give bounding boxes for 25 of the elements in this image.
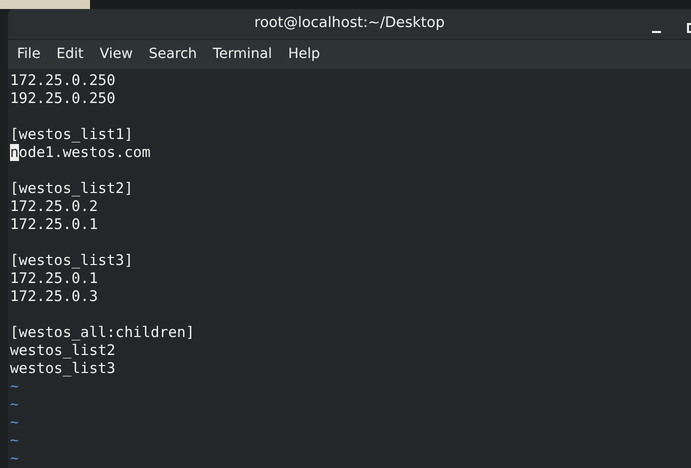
text-line: westos_list3: [10, 360, 116, 378]
empty-line-marker: ~: [10, 378, 19, 396]
menu-item[interactable]: Help: [280, 40, 328, 69]
empty-line-marker: ~: [10, 414, 19, 432]
menu-item[interactable]: Terminal: [204, 40, 280, 69]
text-line: [westos_list2]: [10, 180, 134, 198]
menu-item[interactable]: View: [92, 40, 141, 69]
window-title: root@localhost:~/Desktop: [254, 14, 445, 34]
text-line: [westos_list1]: [10, 126, 134, 144]
text-line: westos_list2: [10, 342, 116, 360]
empty-line-marker: ~: [10, 450, 19, 468]
empty-line-marker: ~: [10, 432, 19, 450]
text-line: 172.25.0.250: [10, 72, 116, 90]
text-line: 172.25.0.3: [10, 288, 98, 306]
text-line: [westos_list3]: [10, 252, 134, 270]
text-line: [westos_all:children]: [10, 324, 195, 342]
menu-item[interactable]: Search: [140, 40, 205, 69]
text-line: 172.25.0.1: [10, 270, 98, 288]
menu-item[interactable]: Edit: [48, 40, 92, 69]
text-line: 172.25.0.2: [10, 198, 98, 216]
text-line: 192.25.0.250: [10, 90, 116, 108]
empty-line-marker: ~: [10, 396, 19, 414]
text-line: 172.25.0.1: [10, 216, 98, 234]
text-line: node1.westos.com: [10, 144, 151, 162]
menu-item[interactable]: File: [17, 40, 48, 69]
